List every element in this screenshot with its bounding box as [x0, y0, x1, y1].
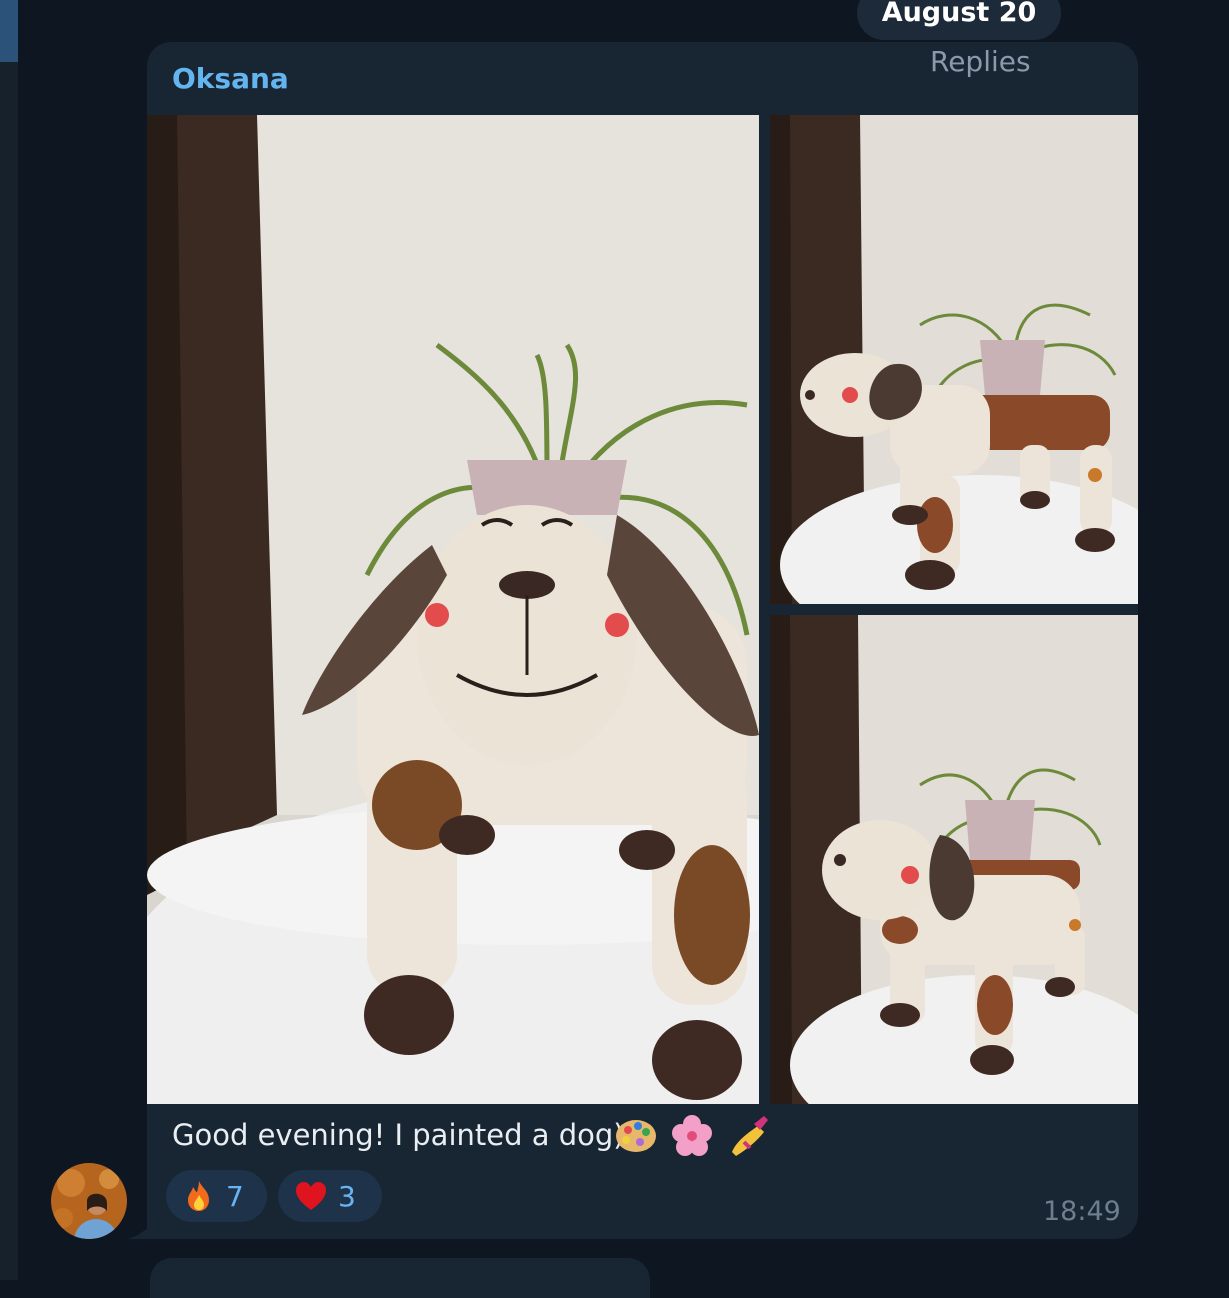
- nail-polish-emoji: [732, 1116, 768, 1156]
- cherry-blossom-emoji: [672, 1115, 712, 1156]
- artist-palette-emoji: [616, 1120, 656, 1152]
- reaction-fire-count: 7: [226, 1179, 244, 1213]
- photo-dog-side-2[interactable]: [770, 615, 1138, 1104]
- reaction-fire[interactable]: 7: [166, 1170, 267, 1222]
- reaction-heart[interactable]: 3: [278, 1170, 382, 1222]
- replies-link[interactable]: Replies: [930, 45, 1031, 78]
- reaction-heart-count: 3: [338, 1179, 356, 1213]
- photo-dog-side-1[interactable]: [770, 115, 1138, 604]
- fire-icon: [188, 1181, 209, 1211]
- selected-chat-indicator: [0, 0, 18, 62]
- next-message-bubble: [150, 1258, 650, 1298]
- message-caption: Good evening! I painted a dog): [172, 1118, 625, 1152]
- date-separator: August 20: [857, 0, 1061, 40]
- chat-list-edge: [0, 0, 18, 1280]
- sender-avatar[interactable]: [51, 1163, 127, 1239]
- sender-name[interactable]: Oksana: [172, 62, 289, 95]
- photo-dog-front[interactable]: [147, 115, 759, 1104]
- caption-emoji-row: [612, 1112, 772, 1160]
- message-time: 18:49: [1043, 1196, 1121, 1227]
- red-heart-icon: [296, 1182, 326, 1210]
